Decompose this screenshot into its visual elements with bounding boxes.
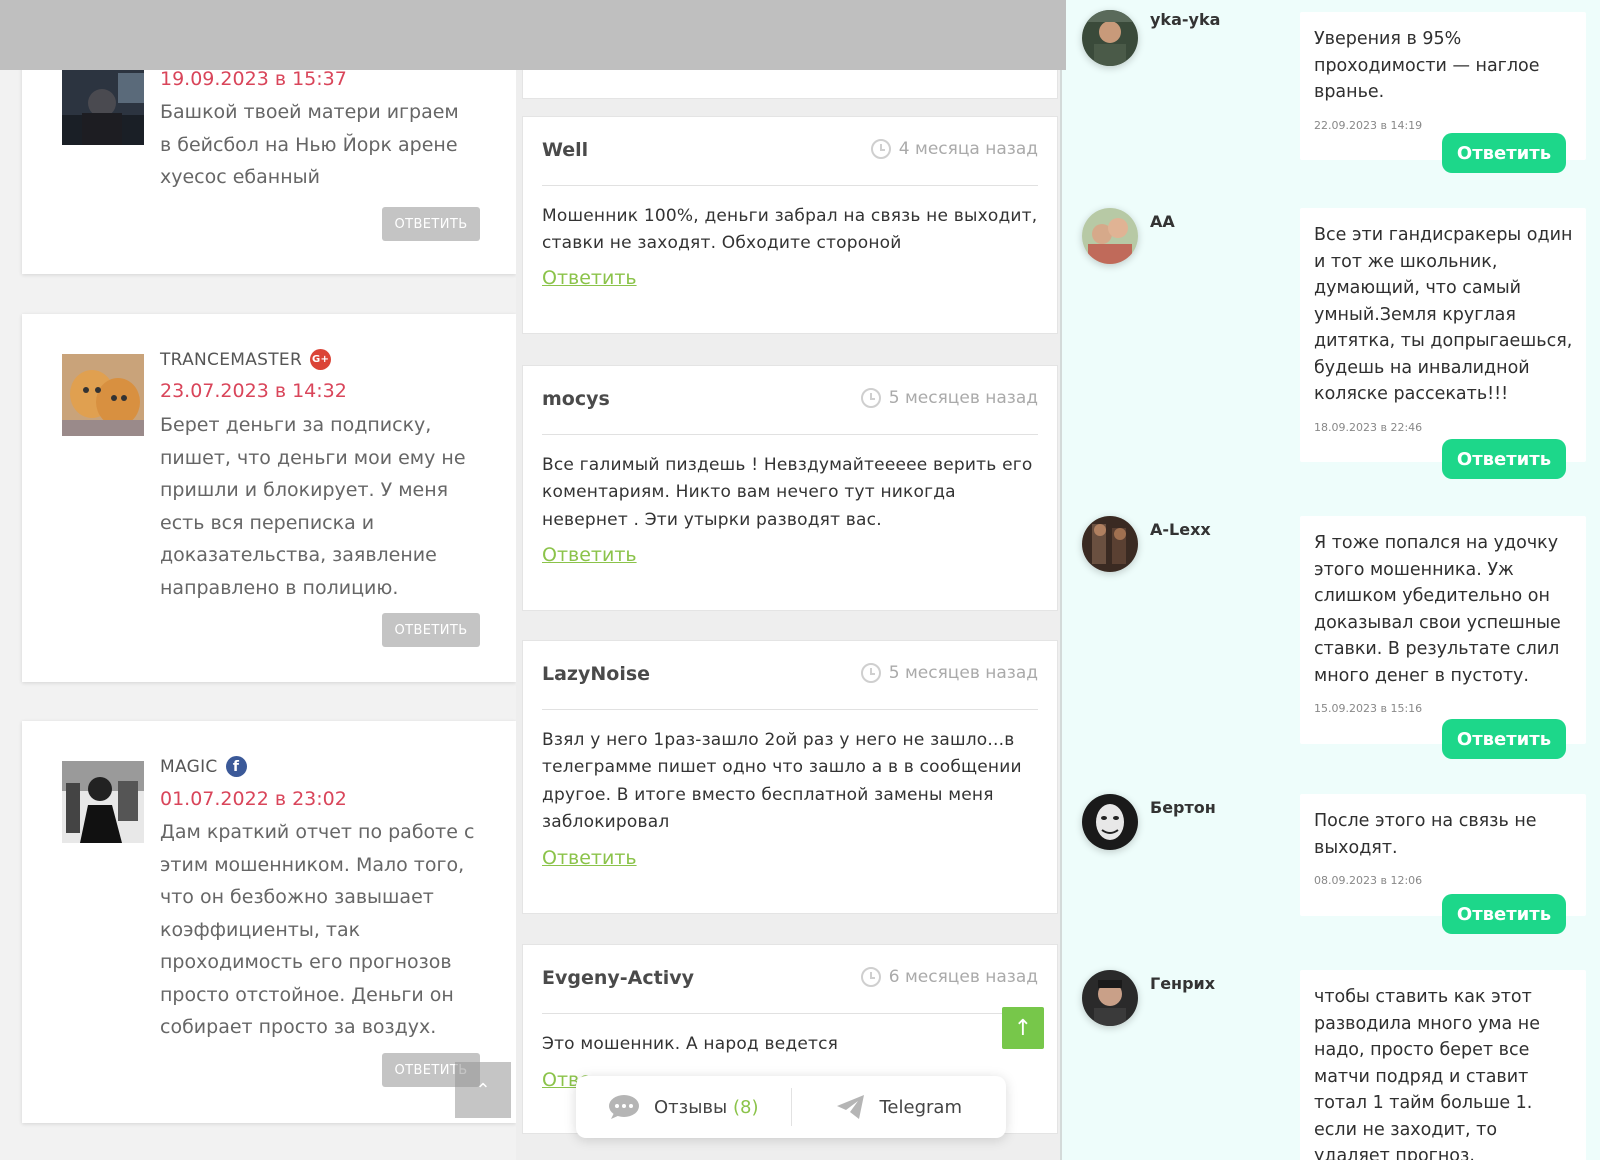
comment-author: A-Lexx	[1150, 520, 1211, 539]
clock-icon	[870, 139, 891, 159]
reply-button[interactable]: Ответить	[1442, 719, 1566, 759]
chat-bubble-icon	[609, 1095, 639, 1119]
telegram-tab[interactable]: Telegram	[792, 1076, 1007, 1138]
comment-author: AA	[1150, 212, 1175, 231]
reply-button[interactable]: Ответить	[1442, 133, 1566, 173]
avatar	[62, 761, 144, 843]
review-author: Well	[542, 139, 589, 161]
comment-author: Бертон	[1150, 798, 1216, 817]
review-time-text: 5 месяцев назад	[888, 663, 1038, 683]
avatar	[1082, 10, 1138, 66]
avatar	[62, 354, 144, 436]
chevron-up-icon: ⌃	[475, 1079, 491, 1101]
review-time-text: 6 месяцев назад	[888, 967, 1038, 987]
reply-button[interactable]: Ответить	[1442, 894, 1566, 934]
reply-link[interactable]: Ответить	[542, 267, 637, 289]
comment-date: 23.07.2023 в 14:32	[160, 380, 347, 402]
comment-date: 19.09.2023 в 15:37	[160, 68, 347, 90]
comment-author: Генрих	[1150, 974, 1216, 993]
bottom-action-bar: Отзывы (8) Telegram	[576, 1076, 1006, 1138]
comment-date: 22.09.2023 в 14:19	[1314, 118, 1423, 132]
review-author: mocys	[542, 388, 610, 410]
comment-text: После этого на связь не выходят.	[1314, 811, 1537, 858]
telegram-icon	[836, 1095, 864, 1119]
comments-column-right: yka-yka Уверения в 95% проходимости — на…	[1062, 0, 1600, 1160]
comment-author: MAGIC f	[160, 756, 247, 777]
comment-bubble: Я тоже попался на удочку этого мошенника…	[1300, 516, 1586, 744]
scroll-to-top-button[interactable]: ↑	[1002, 1007, 1044, 1049]
review-time: 5 месяцев назад	[860, 388, 1038, 408]
reply-link[interactable]: Ответить	[542, 544, 637, 566]
top-overlay-bar	[0, 0, 1066, 70]
review-card: LazyNoise 5 месяцев назад Взял у него 1р…	[522, 640, 1058, 914]
reply-button[interactable]: Ответить	[1442, 439, 1566, 479]
comment-card: TRANCEMASTER G+ 23.07.2023 в 14:32 Берет…	[22, 314, 516, 682]
reviews-column-middle: Well 4 месяца назад Мошенник 100%, деньг…	[516, 0, 1060, 1160]
reviews-label: Отзывы (8)	[654, 1096, 759, 1118]
comment-text: Уверения в 95% проходимости — наглое вра…	[1314, 29, 1540, 102]
review-text: Все галимый пиздешь ! Невздумайтеееее ве…	[542, 455, 1033, 530]
comment-text: чтобы ставить как этот разводила много у…	[1314, 987, 1540, 1160]
review-time: 6 месяцев назад	[860, 967, 1038, 987]
telegram-label: Telegram	[879, 1096, 962, 1118]
comment-card: MAGIC f 01.07.2022 в 23:02 Дам краткий о…	[22, 721, 516, 1123]
review-text: Это мошенник. А народ ведется	[542, 1034, 839, 1054]
author-name: TRANCEMASTER	[160, 349, 303, 370]
comment-text: Берет деньги за подписку, пишет, что ден…	[160, 414, 466, 599]
reply-link[interactable]: Ответить	[542, 847, 637, 869]
review-author: Evgeny-Activy	[542, 967, 694, 989]
comment-date: 15.09.2023 в 15:16	[1314, 702, 1423, 715]
review-card: Well 4 месяца назад Мошенник 100%, деньг…	[522, 116, 1058, 334]
clock-icon	[860, 388, 881, 408]
comment-date: 08.09.2023 в 12:06	[1314, 874, 1423, 887]
reviews-count: (8)	[733, 1096, 759, 1118]
arrow-up-icon: ↑	[1013, 1015, 1033, 1041]
review-card: mocys 5 месяцев назад Все галимый пиздеш…	[522, 365, 1058, 611]
reply-button[interactable]: ОТВЕТИТЬ	[382, 207, 480, 241]
divider	[542, 185, 1038, 186]
comment-author: yka-yka	[1150, 10, 1221, 29]
comment-text: Дам краткий отчет по работе с этим мошен…	[160, 821, 475, 1038]
avatar	[1082, 970, 1138, 1026]
review-time: 5 месяцев назад	[860, 663, 1038, 683]
divider	[542, 1013, 1038, 1014]
review-text: Взял у него 1раз-зашло 2ой раз у него не…	[542, 730, 1022, 832]
review-time: 4 месяца назад	[870, 139, 1038, 159]
avatar	[1082, 516, 1138, 572]
scroll-up-button[interactable]: ⌃	[455, 1062, 511, 1118]
review-time-text: 4 месяца назад	[898, 139, 1038, 159]
author-name: MAGIC	[160, 756, 218, 777]
divider	[542, 709, 1038, 710]
comment-date: 01.07.2022 в 23:02	[160, 788, 347, 810]
reply-button[interactable]: ОТВЕТИТЬ	[382, 613, 480, 647]
clock-icon	[860, 663, 881, 683]
comment-text: Все эти гандисракеры один и тот же школь…	[1314, 225, 1573, 404]
reviews-tab[interactable]: Отзывы (8)	[576, 1076, 791, 1138]
comment-bubble: Все эти гандисракеры один и тот же школь…	[1300, 208, 1586, 462]
divider	[542, 434, 1038, 435]
comment-date: 18.09.2023 в 22:46	[1314, 420, 1423, 434]
facebook-icon: f	[225, 756, 247, 777]
avatar	[1082, 208, 1138, 264]
avatar	[1082, 794, 1138, 850]
comment-author: TRANCEMASTER G+	[160, 349, 332, 370]
google-plus-icon: G+	[310, 349, 332, 370]
clock-icon	[860, 967, 881, 987]
comment-text: Башкой твоей матери играем в бейсбол на …	[160, 101, 459, 188]
review-text: Мошенник 100%, деньги забрал на связь не…	[542, 206, 1038, 254]
comment-text: Я тоже попался на удочку этого мошенника…	[1314, 533, 1561, 686]
comment-bubble: чтобы ставить как этот разводила много у…	[1300, 970, 1586, 1160]
review-time-text: 5 месяцев назад	[888, 388, 1038, 408]
review-author: LazyNoise	[542, 663, 651, 685]
comments-column-left: 19.09.2023 в 15:37 Башкой твоей матери и…	[0, 0, 516, 1160]
avatar	[62, 63, 144, 145]
